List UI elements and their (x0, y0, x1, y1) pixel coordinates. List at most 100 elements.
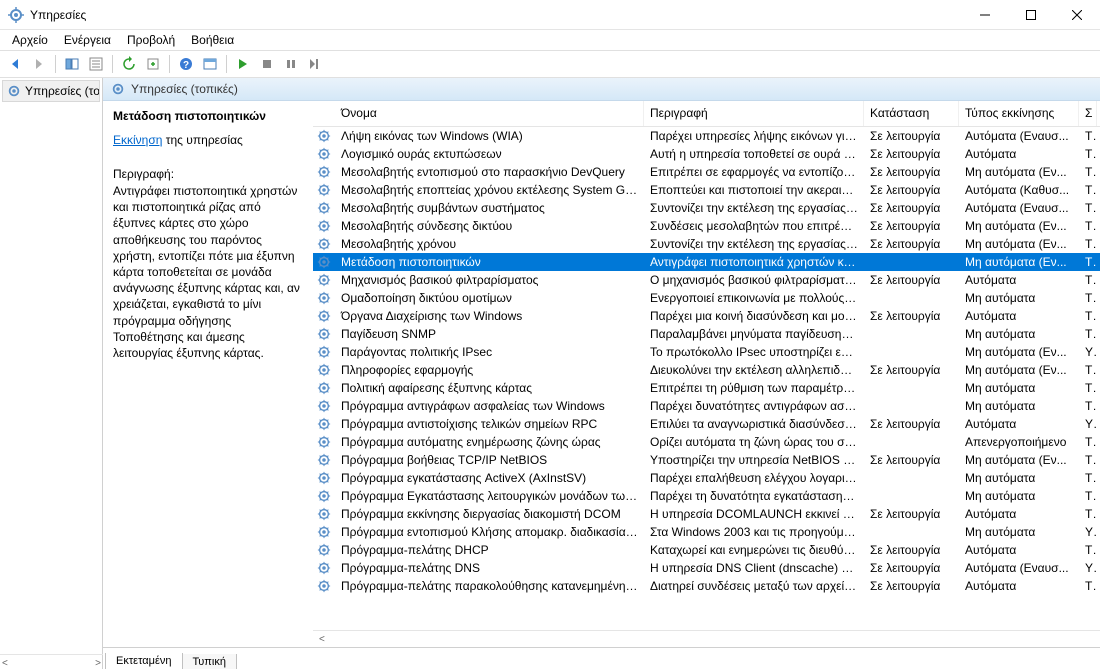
service-status-cell: Σε λειτουργία (864, 543, 959, 557)
gear-icon (7, 84, 21, 98)
stop-service-button[interactable] (256, 53, 278, 75)
service-logon-cell: Τ (1079, 129, 1097, 143)
service-row[interactable]: Μεσολαβητής συμβάντων συστήματοςΣυντονίζ… (313, 199, 1100, 217)
service-row[interactable]: Μεσολαβητής εντοπισμού στο παρασκήνιο De… (313, 163, 1100, 181)
tree-scrollbar[interactable]: <> (0, 654, 103, 669)
view-tabs: Εκτεταμένη Τυπική (103, 647, 1100, 669)
service-name-cell: Μεσολαβητής εποπτείας χρόνου εκτέλεσης S… (335, 183, 644, 197)
service-row[interactable]: Πρόγραμμα αντιστοίχισης τελικών σημείων … (313, 415, 1100, 433)
gear-icon (313, 561, 335, 575)
service-row[interactable]: Μεσολαβητής σύνδεσης δικτύουΣυνδέσεις με… (313, 217, 1100, 235)
close-button[interactable] (1054, 0, 1100, 30)
service-name-cell: Μεσολαβητής χρόνου (335, 237, 644, 251)
service-row[interactable]: Πρόγραμμα-πελάτης παρακολούθησης κατανεμ… (313, 577, 1100, 595)
gear-icon (313, 435, 335, 449)
tab-extended[interactable]: Εκτεταμένη (105, 653, 183, 669)
service-row[interactable]: Μετάδοση πιστοποιητικώνΑντιγράφει πιστοπ… (313, 253, 1100, 271)
service-list[interactable]: Λήψη εικόνας των Windows (WIA)Παρέχει υπ… (313, 127, 1100, 630)
back-button[interactable] (4, 53, 26, 75)
maximize-button[interactable] (1008, 0, 1054, 30)
service-row[interactable]: Ομαδοποίηση δικτύου ομοτίμωνΕνεργοποιεί … (313, 289, 1100, 307)
service-startup-cell: Μη αυτόματα (959, 525, 1079, 539)
service-logon-cell: Υ (1079, 345, 1097, 359)
start-service-link[interactable]: Εκκίνηση (113, 133, 162, 147)
service-startup-cell: Αυτόματα (959, 417, 1079, 431)
service-startup-cell: Μη αυτόματα (Εν... (959, 219, 1079, 233)
service-row[interactable]: Πρόγραμμα Εγκατάστασης λειτουργικών μονά… (313, 487, 1100, 505)
service-desc-cell: Ορίζει αυτόματα τη ζώνη ώρας του συ... (644, 435, 864, 449)
service-startup-cell: Μη αυτόματα (959, 327, 1079, 341)
service-row[interactable]: Πρόγραμμα αντιγράφων ασφαλείας των Windo… (313, 397, 1100, 415)
menu-help[interactable]: Βοήθεια (185, 31, 240, 49)
gear-icon (313, 255, 335, 269)
gear-icon (313, 129, 335, 143)
export-button[interactable] (142, 53, 164, 75)
minimize-button[interactable] (962, 0, 1008, 30)
column-status[interactable]: Κατάσταση (864, 101, 959, 126)
service-row[interactable]: Λογισμικό ουράς εκτυπώσεωνΑυτή η υπηρεσί… (313, 145, 1100, 163)
action-pane-button[interactable] (199, 53, 221, 75)
tab-standard[interactable]: Τυπική (183, 654, 237, 669)
service-logon-cell: Τ (1079, 183, 1097, 197)
service-row[interactable]: Πρόγραμμα εντοπισμού Κλήσης απομακρ. δια… (313, 523, 1100, 541)
service-desc-cell: Το πρωτόκολλο IPsec υποστηρίζει ελεγχ... (644, 345, 864, 359)
service-logon-cell: Τ (1079, 219, 1097, 233)
forward-button[interactable] (28, 53, 50, 75)
service-row[interactable]: Παγίδευση SNMPΠαραλαμβάνει μηνύματα παγί… (313, 325, 1100, 343)
service-row[interactable]: Πρόγραμμα-πελάτης DNSΗ υπηρεσία DNS Clie… (313, 559, 1100, 577)
menu-action[interactable]: Ενέργεια (58, 31, 117, 49)
service-name-cell: Πρόγραμμα-πελάτης DNS (335, 561, 644, 575)
column-logon[interactable]: Σ (1079, 101, 1097, 126)
menu-view[interactable]: Προβολή (121, 31, 181, 49)
service-row[interactable]: Πληροφορίες εφαρμογήςΔιευκολύνει την εκτ… (313, 361, 1100, 379)
service-row[interactable]: Πρόγραμμα εκκίνησης διεργασίας διακομιστ… (313, 505, 1100, 523)
column-name[interactable]: Όνομα (335, 101, 644, 126)
service-startup-cell: Μη αυτόματα (959, 291, 1079, 305)
service-row[interactable]: Πολιτική αφαίρεσης έξυπνης κάρταςΕπιτρέπ… (313, 379, 1100, 397)
service-name-cell: Μετάδοση πιστοποιητικών (335, 255, 644, 269)
service-row[interactable]: Πρόγραμμα βοήθειας TCP/IP NetBIOSΥποστηρ… (313, 451, 1100, 469)
service-name-cell: Πρόγραμμα-πελάτης παρακολούθησης κατανεμ… (335, 579, 644, 593)
list-h-scrollbar[interactable]: < (313, 630, 1100, 647)
service-row[interactable]: Όργανα Διαχείρισης των WindowsΠαρέχει μι… (313, 307, 1100, 325)
service-row[interactable]: Πρόγραμμα αυτόματης ενημέρωσης ζώνης ώρα… (313, 433, 1100, 451)
service-status-cell: Σε λειτουργία (864, 309, 959, 323)
menu-file[interactable]: Αρχείο (6, 31, 54, 49)
column-desc[interactable]: Περιγραφή (644, 101, 864, 126)
service-desc-cell: Στα Windows 2003 και τις προηγούμενε... (644, 525, 864, 539)
show-hide-tree-button[interactable] (61, 53, 83, 75)
gear-icon (313, 579, 335, 593)
service-row[interactable]: Μεσολαβητής εποπτείας χρόνου εκτέλεσης S… (313, 181, 1100, 199)
service-row[interactable]: Πρόγραμμα εγκατάστασης ActiveX (AxInstSV… (313, 469, 1100, 487)
service-startup-cell: Μη αυτόματα (Εν... (959, 453, 1079, 467)
service-status-cell: Σε λειτουργία (864, 147, 959, 161)
service-name-cell: Λήψη εικόνας των Windows (WIA) (335, 129, 644, 143)
properties-button[interactable] (85, 53, 107, 75)
service-desc-cell: Παρέχει τη δυνατότητα εγκατάστασης, ... (644, 489, 864, 503)
service-row[interactable]: Λήψη εικόνας των Windows (WIA)Παρέχει υπ… (313, 127, 1100, 145)
start-service-button[interactable] (232, 53, 254, 75)
service-name-cell: Πρόγραμμα Εγκατάστασης λειτουργικών μονά… (335, 489, 644, 503)
service-status-cell: Σε λειτουργία (864, 165, 959, 179)
tree-root-item[interactable]: Υπηρεσίες (το (2, 80, 100, 102)
pause-service-button[interactable] (280, 53, 302, 75)
service-row[interactable]: Μεσολαβητής χρόνουΣυντονίζει την εκτέλεσ… (313, 235, 1100, 253)
service-name-cell: Μηχανισμός βασικού φιλτραρίσματος (335, 273, 644, 287)
service-name-cell: Μεσολαβητής εντοπισμού στο παρασκήνιο De… (335, 165, 644, 179)
service-row[interactable]: Μηχανισμός βασικού φιλτραρίσματοςΟ μηχαν… (313, 271, 1100, 289)
service-logon-cell: Τ (1079, 255, 1097, 269)
refresh-button[interactable] (118, 53, 140, 75)
service-desc-cell: Εποπτεύει και πιστοποιεί την ακεραιότη..… (644, 183, 864, 197)
service-name-cell: Πρόγραμμα εγκατάστασης ActiveX (AxInstSV… (335, 471, 644, 485)
service-desc-cell: Διατηρεί συνδέσεις μεταξύ των αρχείων... (644, 579, 864, 593)
column-startup[interactable]: Τύπος εκκίνησης (959, 101, 1079, 126)
service-row[interactable]: Παράγοντας πολιτικής IPsecΤο πρωτόκολλο … (313, 343, 1100, 361)
service-startup-cell: Αυτόματα (Καθυσ... (959, 183, 1079, 197)
detail-desc-label: Περιγραφή: (113, 167, 303, 181)
gear-icon (313, 453, 335, 467)
menubar: Αρχείο Ενέργεια Προβολή Βοήθεια (0, 30, 1100, 50)
help-button[interactable]: ? (175, 53, 197, 75)
restart-service-button[interactable] (304, 53, 326, 75)
service-row[interactable]: Πρόγραμμα-πελάτης DHCPΚαταχωρεί και ενημ… (313, 541, 1100, 559)
service-desc-cell: Επιλύει τα αναγνωριστικά διασύνδεσης ... (644, 417, 864, 431)
